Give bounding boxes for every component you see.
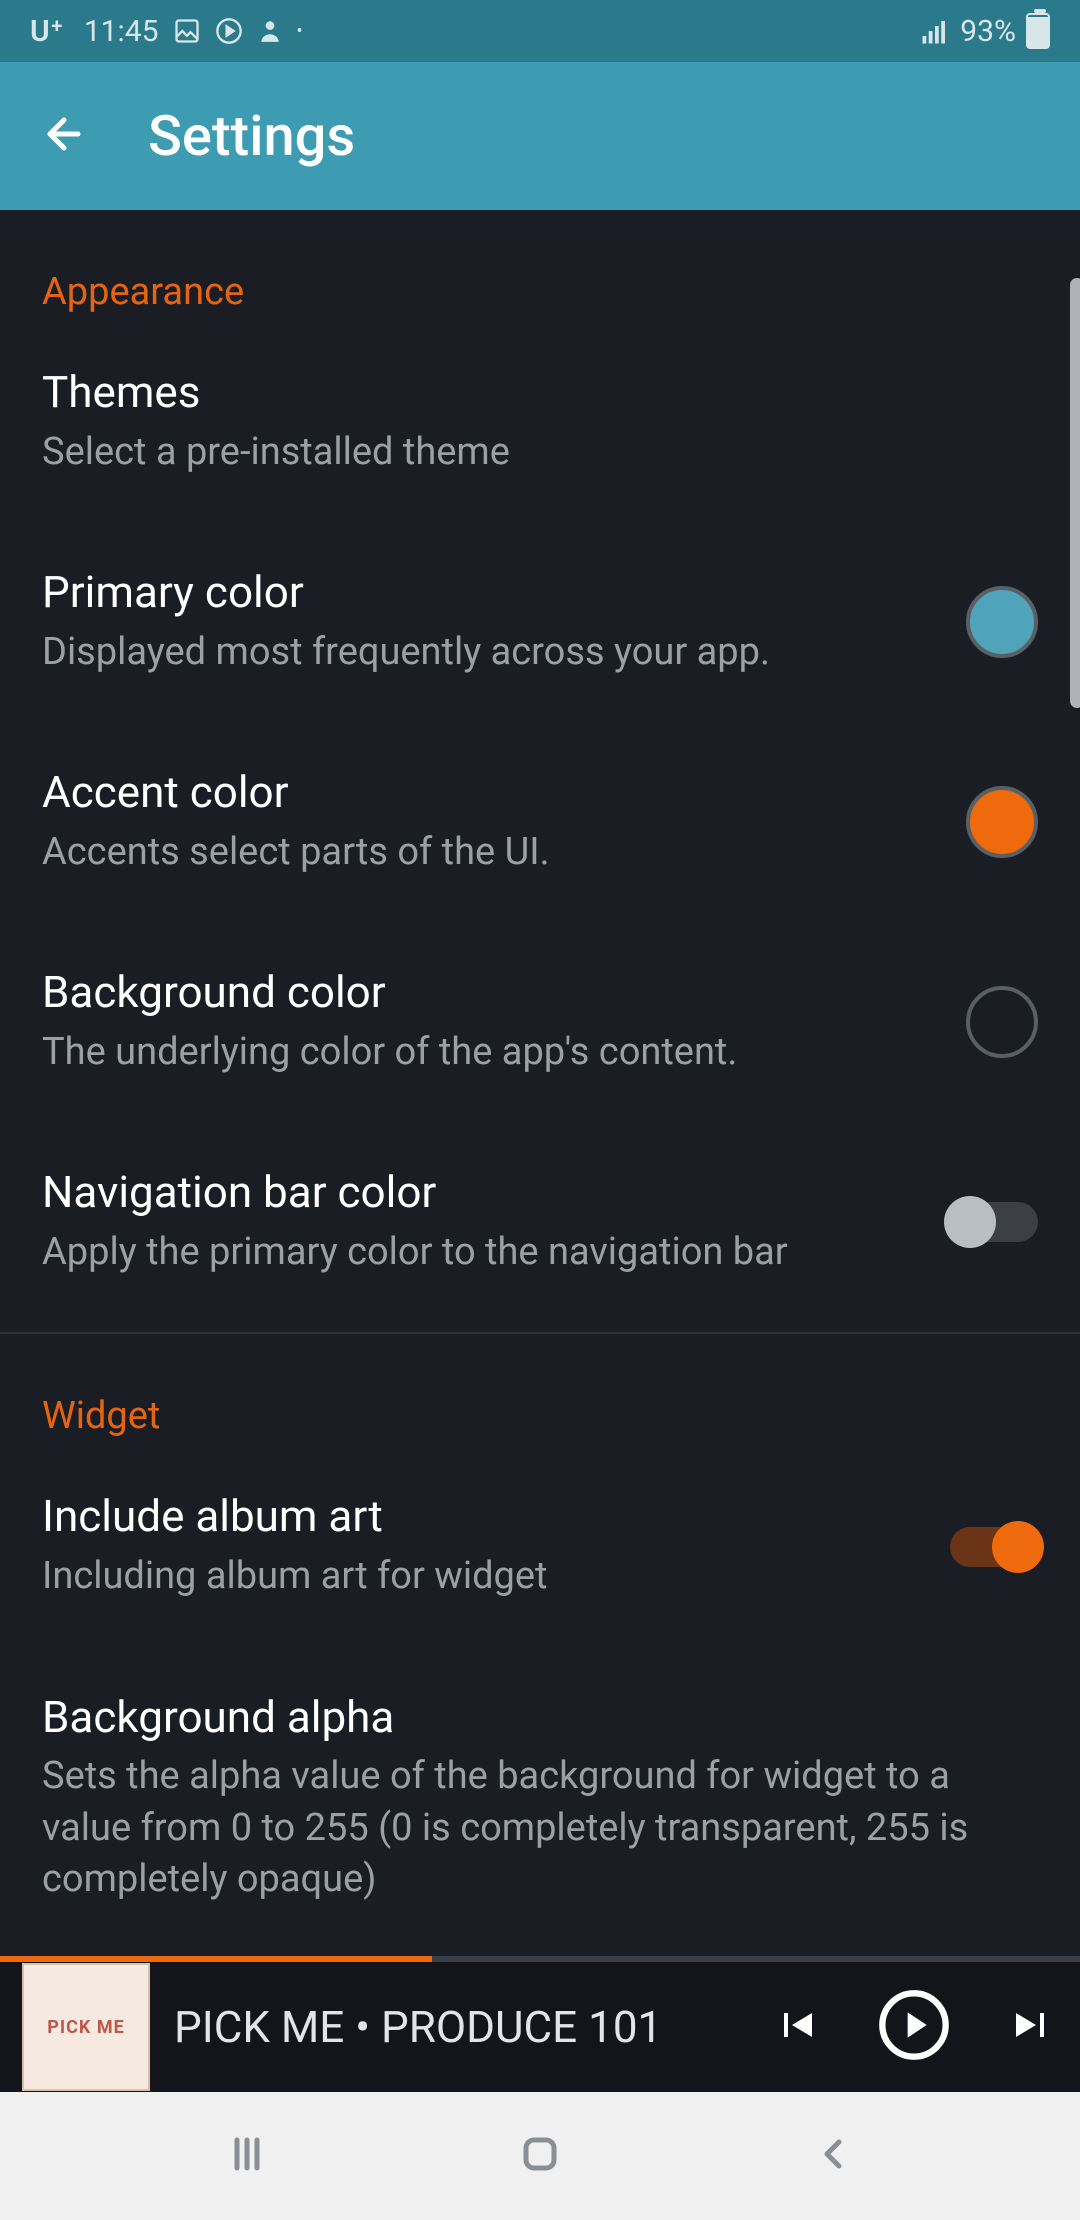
setting-accent-color[interactable]: Accent color Accents select parts of the… [42,722,1038,922]
setting-subtitle: Accents select parts of the UI. [42,827,936,878]
setting-include-album-art[interactable]: Include album art Including album art fo… [42,1446,1038,1646]
scrollbar[interactable] [1070,278,1080,708]
setting-subtitle: Displayed most frequently across your ap… [42,627,936,678]
page-title: Settings [148,103,355,169]
player-controls [772,1987,1056,2067]
signal-icon [920,16,950,46]
carrier-label: U⁺ [30,14,64,49]
toggle-knob [944,1196,996,1248]
mini-player[interactable]: PICK ME PICK ME • PRODUCE 101 [0,1962,1080,2092]
setting-title: Include album art [42,1490,920,1543]
battery-percent: 93% [960,14,1016,49]
playback-progress[interactable] [0,1956,1080,1962]
system-nav-bar [0,2092,1080,2220]
setting-title: Primary color [42,566,936,619]
next-button[interactable] [1008,2001,1056,2053]
album-art[interactable]: PICK ME [22,1963,150,2091]
home-button[interactable] [516,2130,564,2182]
dot-icon: • [297,21,303,42]
recents-button[interactable] [223,2130,271,2182]
progress-fill [0,1956,432,1962]
setting-title: Accent color [42,766,936,819]
setting-background-color[interactable]: Background color The underlying color of… [42,922,1038,1122]
setting-subtitle: Select a pre-installed theme [42,427,1008,478]
clock: 11:45 [84,14,159,49]
setting-nav-bar-color[interactable]: Navigation bar color Apply the primary c… [42,1122,1038,1322]
setting-background-alpha[interactable]: Background alpha Sets the alpha value of… [42,1647,1038,1962]
section-header-appearance: Appearance [42,210,1038,322]
setting-subtitle: Sets the alpha value of the background f… [42,1751,1008,1905]
setting-title: Themes [42,366,1008,419]
previous-button[interactable] [772,2001,820,2053]
setting-title: Background color [42,966,936,1019]
color-swatch-background[interactable] [966,986,1038,1058]
track-title: PICK ME • PRODUCE 101 [174,2001,748,2053]
play-circle-icon [215,17,243,45]
color-swatch-accent[interactable] [966,786,1038,858]
album-art-label: PICK ME [47,2017,124,2038]
person-icon [257,18,283,44]
setting-title: Navigation bar color [42,1166,920,1219]
status-right: 93% [920,13,1050,49]
settings-content[interactable]: Appearance Themes Select a pre-installed… [0,210,1080,1962]
setting-primary-color[interactable]: Primary color Displayed most frequently … [42,522,1038,722]
status-bar: U⁺ 11:45 • 93% [0,0,1080,62]
image-icon [173,17,201,45]
color-swatch-primary[interactable] [966,586,1038,658]
setting-themes[interactable]: Themes Select a pre-installed theme [42,322,1038,522]
toggle-include-album-art[interactable] [950,1527,1038,1567]
toggle-nav-bar-color[interactable] [950,1202,1038,1242]
battery-icon [1026,13,1050,49]
setting-subtitle: Apply the primary color to the navigatio… [42,1227,920,1278]
status-left: U⁺ 11:45 • [30,14,303,49]
app-bar: Settings [0,62,1080,210]
toggle-knob [992,1521,1044,1573]
back-button[interactable] [40,110,88,162]
setting-subtitle: Including album art for widget [42,1551,920,1602]
back-button-system[interactable] [809,2130,857,2182]
setting-subtitle: The underlying color of the app's conten… [42,1027,936,1078]
section-header-widget: Widget [42,1334,1038,1446]
play-button[interactable] [876,1987,952,2067]
setting-title: Background alpha [42,1691,1008,1744]
